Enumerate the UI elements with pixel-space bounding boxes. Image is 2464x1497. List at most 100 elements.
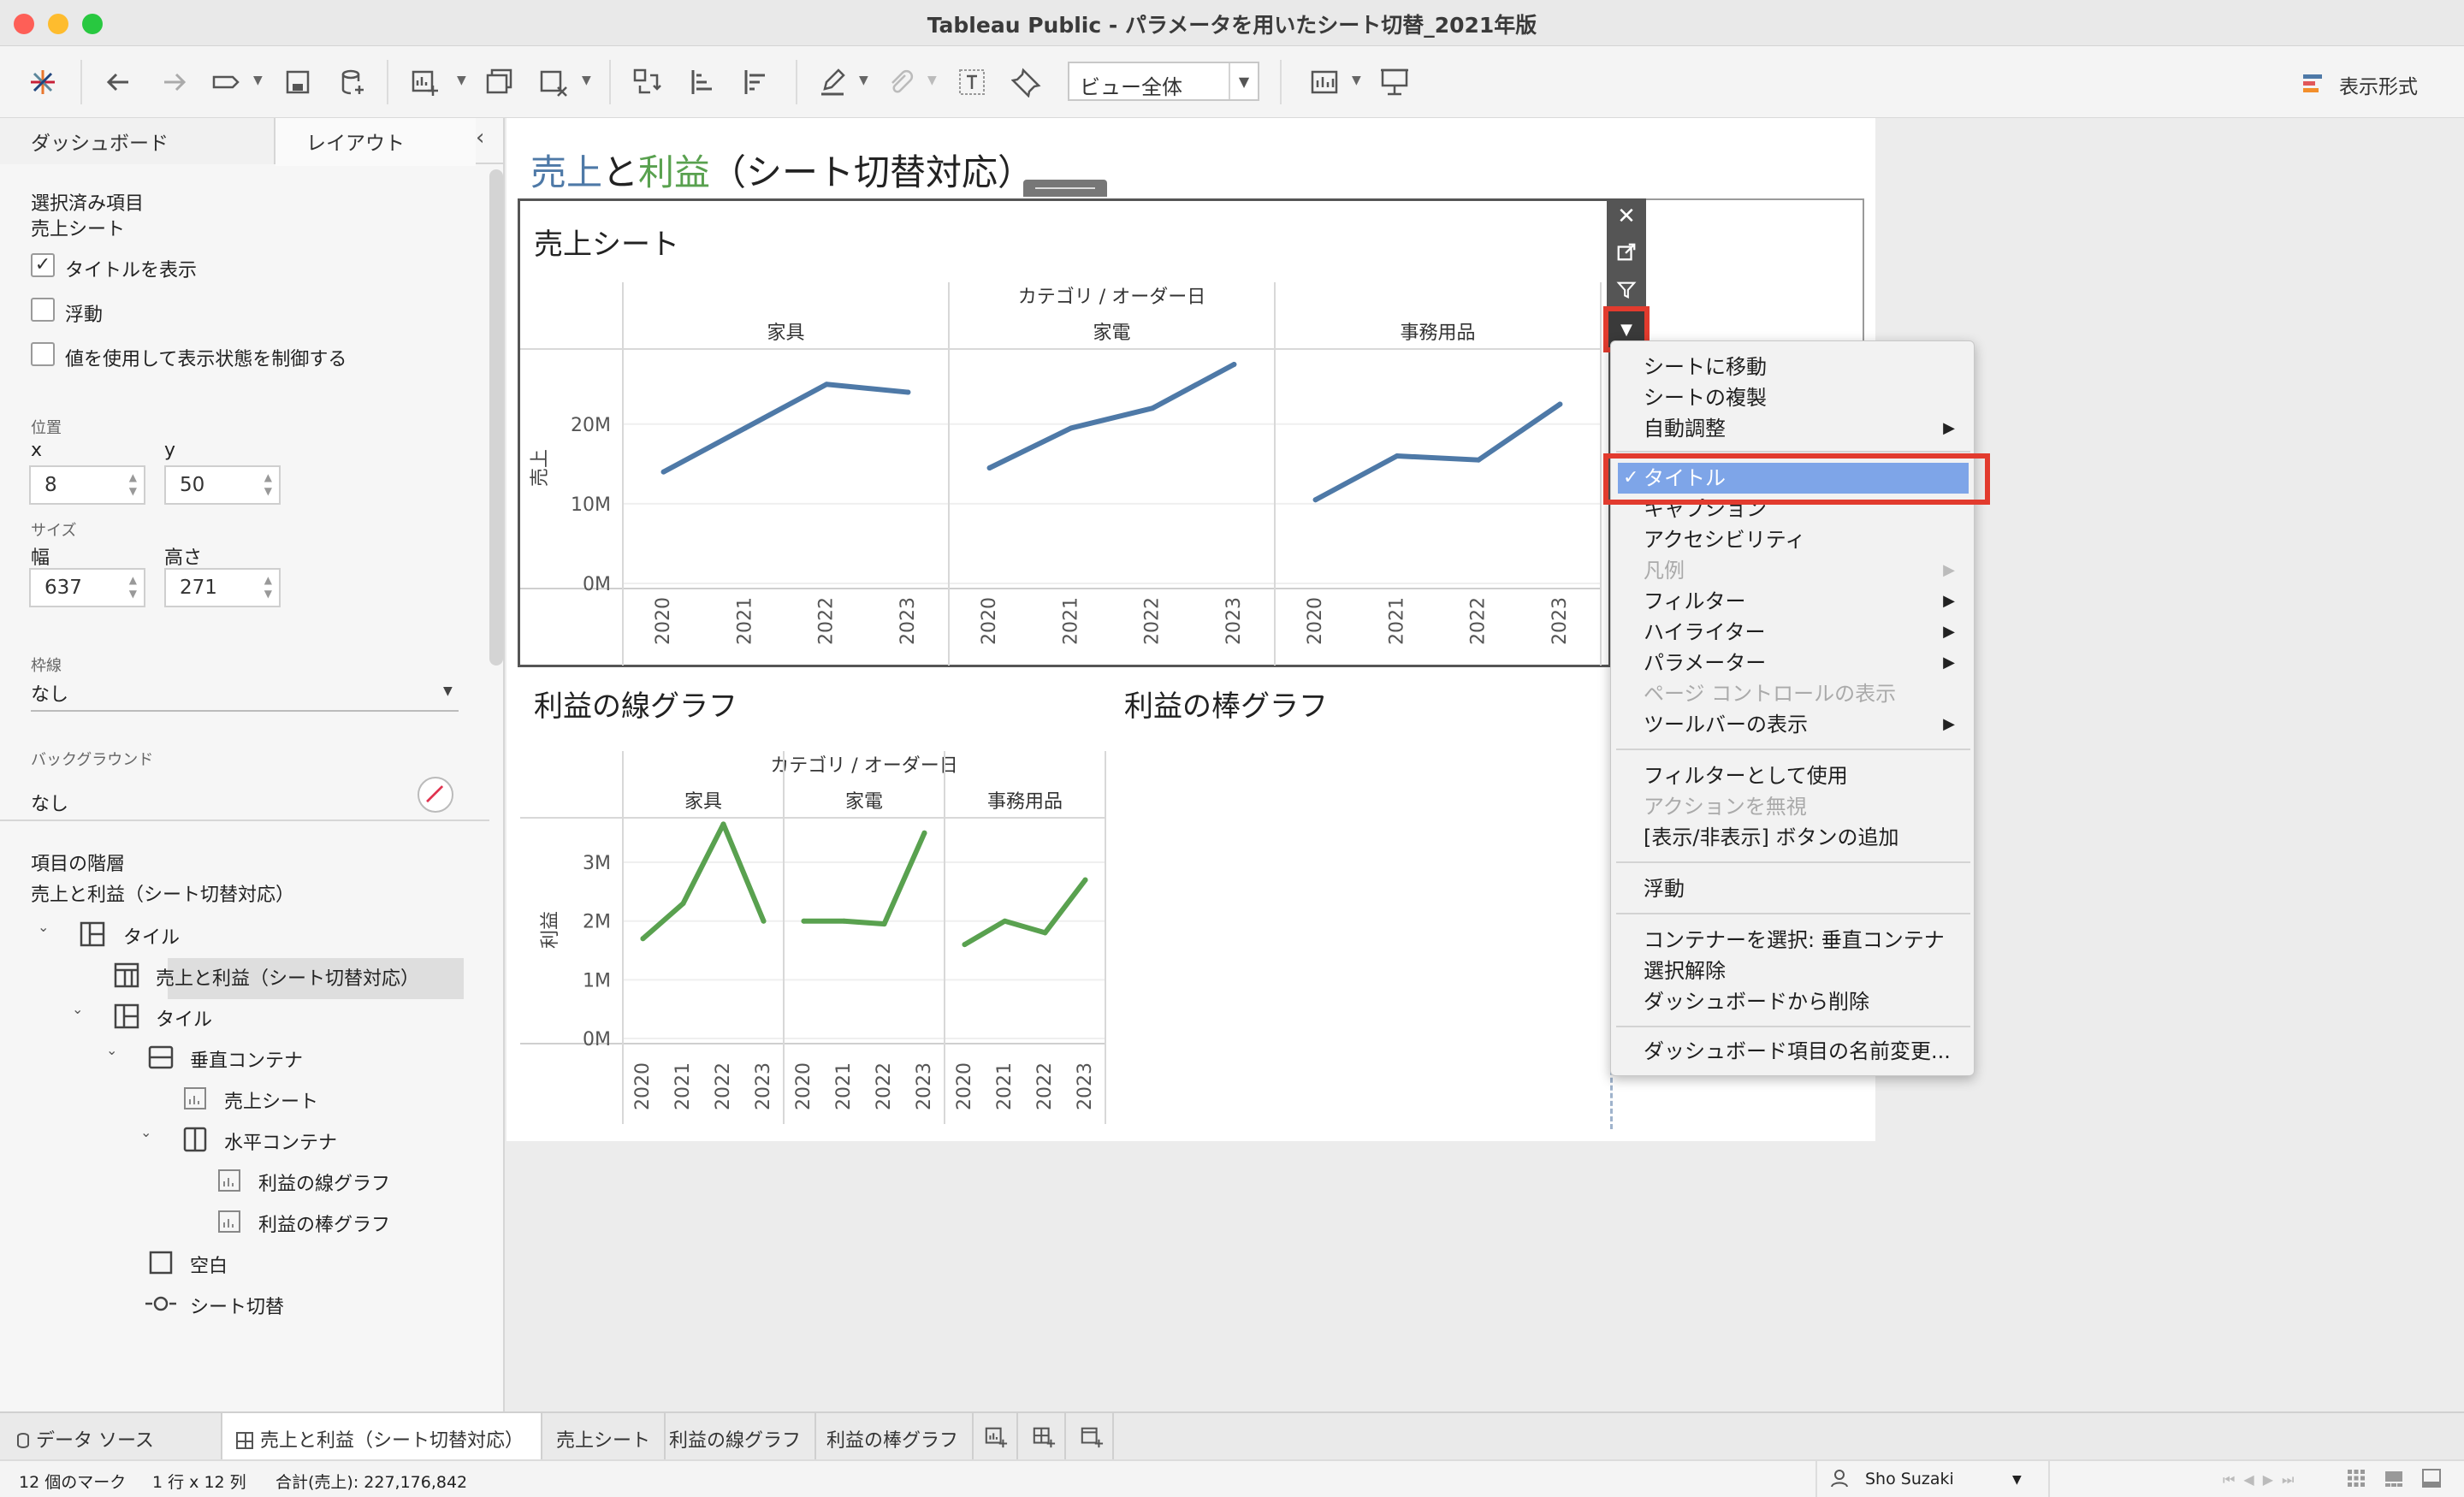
tab-sales-sheet[interactable]: 売上シート <box>542 1413 666 1461</box>
menu-item-show-toolbar[interactable]: ツールバーの表示 ▶ <box>1644 709 1969 740</box>
tree-item-horizontal[interactable]: 水平コンテナ <box>224 1127 337 1155</box>
filmstrip-view-icon[interactable] <box>2384 1468 2404 1493</box>
replay-animation-icon[interactable] <box>207 63 245 101</box>
go-to-sheet-icon[interactable] <box>1607 234 1646 270</box>
chevron-down-icon[interactable]: ⌄ <box>106 1042 117 1058</box>
data-point <box>1476 457 1482 463</box>
y-input[interactable]: 50 ▲ ▼ <box>164 465 281 505</box>
series-line-家電 <box>801 830 927 927</box>
tree-item-sheet-switch[interactable]: シート切替 <box>190 1292 284 1319</box>
sales-chart[interactable]: カテゴリ / オーダー日 20M 10M 0M 売上 家具 2020 2021 2022 2023… <box>520 274 1608 666</box>
new-worksheet-icon[interactable] <box>970 1413 1018 1461</box>
remove-from-dashboard-icon[interactable]: ✕ <box>1607 198 1646 234</box>
new-dashboard-icon[interactable] <box>1018 1413 1066 1461</box>
chevron-down-icon[interactable]: ⌄ <box>140 1124 151 1140</box>
new-story-icon[interactable] <box>1066 1413 1114 1461</box>
background-select[interactable]: なし <box>31 789 68 816</box>
tree-item-blank[interactable]: 空白 <box>190 1251 228 1278</box>
border-select[interactable]: なし <box>31 679 68 707</box>
menu-item-remove[interactable]: ダッシュボードから削除 <box>1644 986 1969 1017</box>
stepper-icon[interactable]: ▲ ▼ <box>264 573 272 601</box>
tableau-logo-icon[interactable] <box>24 63 62 101</box>
menu-item-highlighters[interactable]: ハイライター ▶ <box>1644 617 1969 648</box>
floating-checkbox[interactable] <box>31 298 55 322</box>
x-input[interactable]: 8 ▲ ▼ <box>29 465 145 505</box>
show-title-checkbox[interactable]: ✓ <box>31 253 55 277</box>
use-as-filter-icon[interactable] <box>1607 272 1646 308</box>
tree-item-tiled-2[interactable]: タイル <box>156 1004 212 1032</box>
menu-item-use-as-filter[interactable]: フィルターとして使用 <box>1644 760 1969 791</box>
tab-layout[interactable]: レイアウト <box>275 118 476 166</box>
control-visibility-checkbox[interactable] <box>31 342 55 366</box>
redo-icon[interactable] <box>156 63 193 101</box>
profit-line-chart[interactable]: カテゴリ / オーダー日 3M 2M 1M 0M 利益 家具 2020 2021 2022 2023… <box>520 739 1107 1124</box>
menu-item-deselect[interactable]: 選択解除 <box>1644 956 1969 986</box>
menu-item-parameters[interactable]: パラメーター ▶ <box>1644 648 1969 678</box>
x-tick-label: 2020 <box>632 1062 654 1110</box>
chevron-down-icon[interactable]: ▼ <box>443 684 453 698</box>
save-icon[interactable] <box>279 63 317 101</box>
chevron-down-icon[interactable]: ▼ <box>859 74 868 87</box>
dashboard-title[interactable]: 売上と利益（シート切替対応） <box>530 144 1034 196</box>
menu-item-floating[interactable]: 浮動 <box>1644 873 1969 904</box>
user-name[interactable]: Sho Suzaki <box>1865 1470 1954 1488</box>
grid-view-icon[interactable] <box>2346 1468 2366 1493</box>
tree-item-tiled[interactable]: タイル <box>123 922 180 950</box>
tree-item-sales-sheet[interactable]: 売上シート <box>224 1086 318 1114</box>
height-input[interactable]: 271 ▲ ▼ <box>164 568 281 607</box>
panel-scrollbar[interactable] <box>489 169 503 666</box>
duplicate-sheet-icon[interactable] <box>481 63 518 101</box>
chevron-down-icon[interactable]: ⌄ <box>38 919 49 935</box>
sort-descending-icon[interactable] <box>737 63 775 101</box>
swap-rows-columns-icon[interactable] <box>628 63 666 101</box>
page-navigation-icons[interactable]: ⏮◀▶⏭ <box>2223 1471 2302 1488</box>
tree-item-vertical[interactable]: 垂直コンテナ <box>190 1045 303 1073</box>
menu-item-accessibility[interactable]: アクセシビリティ <box>1644 524 1969 555</box>
chevron-down-icon[interactable]: ▼ <box>1352 74 1361 87</box>
tree-item-profit-bar[interactable]: 利益の棒グラフ <box>258 1210 390 1237</box>
tab-dashboard-main[interactable]: 売上と利益（シート切替対応） <box>222 1413 542 1461</box>
tab-dashboard[interactable]: ダッシュボード <box>0 118 275 164</box>
chevron-down-icon[interactable]: ▼ <box>457 74 466 87</box>
stepper-icon[interactable]: ▲ ▼ <box>129 573 137 601</box>
clear-sheet-icon[interactable] <box>534 63 572 101</box>
stepper-icon[interactable]: ▲ ▼ <box>129 470 137 498</box>
new-data-source-icon[interactable] <box>334 63 371 101</box>
tab-profit-bar[interactable]: 利益の棒グラフ <box>813 1413 974 1461</box>
stepper-icon[interactable]: ▲ ▼ <box>264 470 272 498</box>
sort-ascending-icon[interactable] <box>684 63 722 101</box>
chevron-down-icon[interactable]: ⌄ <box>72 1001 83 1017</box>
menu-item-rename[interactable]: ダッシュボード項目の名前変更... <box>1644 1036 1969 1067</box>
data-point <box>1068 425 1074 431</box>
menu-item-add-show-hide[interactable]: [表示/非表示] ボタンの追加 <box>1644 822 1969 853</box>
view-size-select[interactable]: ビュー全体 ▼ <box>1068 62 1259 101</box>
width-input[interactable]: 637 ▲ ▼ <box>29 568 145 607</box>
tree-item-profit-line[interactable]: 利益の線グラフ <box>258 1169 390 1196</box>
chevron-down-icon[interactable]: ▼ <box>582 74 591 87</box>
presentation-mode-icon[interactable] <box>1376 63 1413 101</box>
menu-item-filters[interactable]: フィルター ▶ <box>1644 586 1969 617</box>
background-color-picker[interactable] <box>418 777 453 813</box>
tabs-view-icon[interactable] <box>2421 1468 2442 1493</box>
tree-item-title[interactable]: 売上と利益（シート切替対応） <box>156 963 419 991</box>
data-point <box>720 821 726 827</box>
collapse-panel-icon[interactable]: ‹ <box>476 125 484 151</box>
menu-item-fit[interactable]: 自動調整 ▶ <box>1644 413 1969 444</box>
show-me-button[interactable]: 表示形式 <box>2301 70 2418 99</box>
chevron-down-icon[interactable]: ▼ <box>253 74 263 87</box>
x-tick-label: 2021 <box>833 1062 855 1110</box>
show-cards-icon[interactable] <box>1306 63 1343 101</box>
pin-axes-icon[interactable] <box>1008 63 1045 101</box>
menu-item-go-to-sheet[interactable]: シートに移動 <box>1644 352 1969 382</box>
new-worksheet-icon[interactable] <box>406 63 443 101</box>
highlight-icon[interactable] <box>814 63 852 101</box>
menu-item-duplicate-sheet[interactable]: シートの複製 <box>1644 382 1969 413</box>
show-mark-labels-icon[interactable] <box>953 63 991 101</box>
menu-item-select-container[interactable]: コンテナーを選択: 垂直コンテナ <box>1644 925 1969 956</box>
tab-profit-line[interactable]: 利益の線グラフ <box>655 1413 817 1461</box>
container-drag-handle[interactable] <box>1023 180 1107 197</box>
tab-data-source[interactable]: データ ソース <box>0 1413 222 1461</box>
undo-icon[interactable] <box>99 63 137 101</box>
selected-item-name: 売上シート <box>31 219 126 240</box>
chevron-down-icon[interactable]: ▼ <box>2012 1473 2022 1487</box>
